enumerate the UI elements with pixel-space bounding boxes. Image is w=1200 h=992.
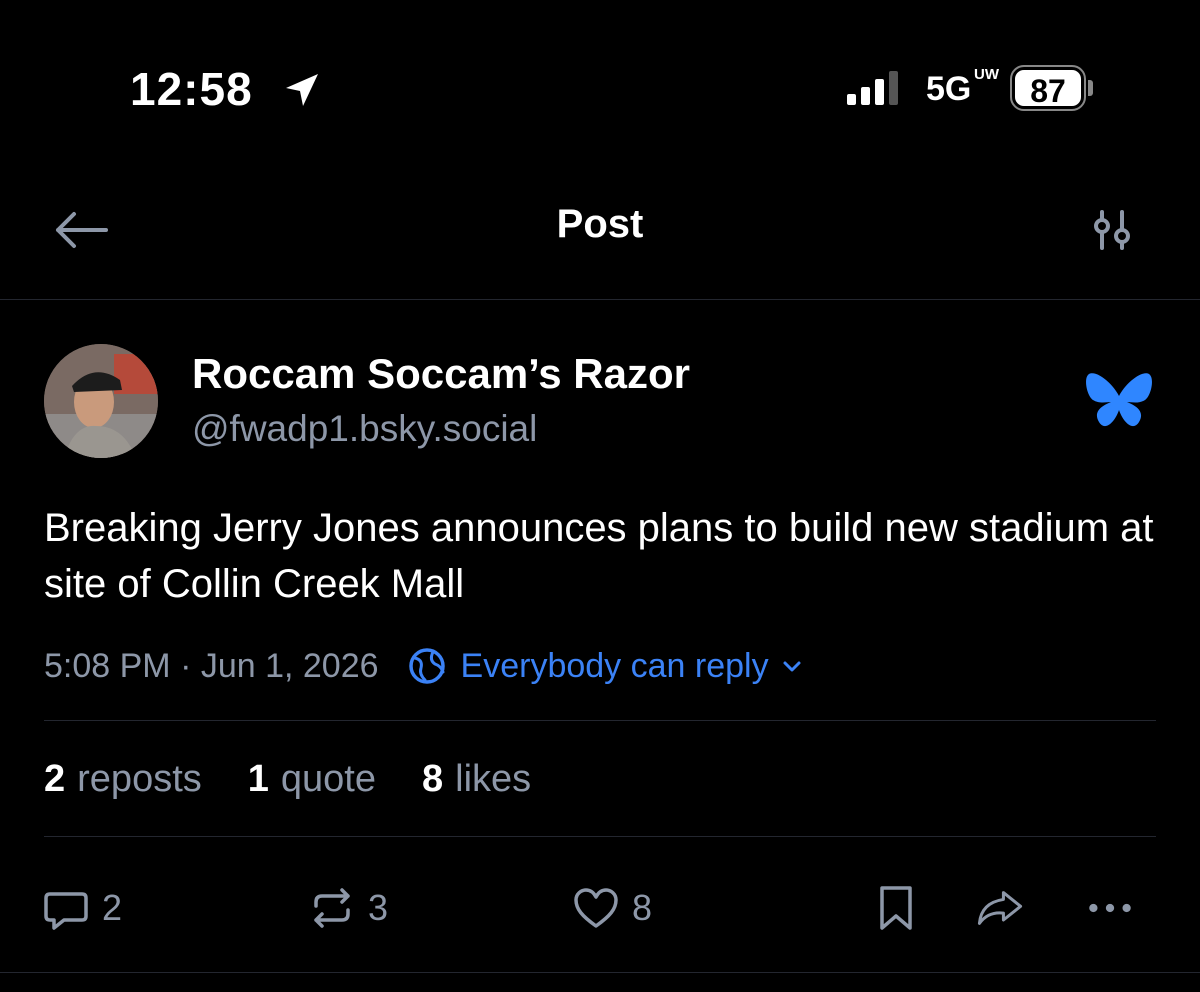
- status-bar: 12:58 5G UW 87: [0, 0, 1200, 150]
- author-name[interactable]: Roccam Soccam’s Razor: [192, 350, 690, 398]
- post-stats: 2 reposts 1 quote 8 likes: [44, 758, 577, 801]
- signal-icon: [847, 71, 898, 105]
- post-timestamp: 5:08 PM · Jun 1, 2026: [44, 646, 379, 685]
- divider: [44, 720, 1156, 721]
- more-button[interactable]: [1086, 880, 1134, 936]
- bookmark-icon: [880, 886, 912, 930]
- divider: [44, 836, 1156, 837]
- repost-button[interactable]: 3: [308, 880, 388, 936]
- quotes-number: 1: [247, 758, 269, 800]
- post-actions: 2 3 8: [0, 874, 1200, 938]
- author-handle[interactable]: @fwadp1.bsky.social: [192, 408, 537, 450]
- like-button[interactable]: 8: [572, 880, 652, 936]
- likes-label: likes: [455, 758, 532, 800]
- post-text: Breaking Jerry Jones announces plans to …: [44, 506, 1154, 606]
- quotes-label: quote: [280, 758, 376, 800]
- like-count: 8: [632, 887, 653, 928]
- status-time: 12:58: [130, 63, 253, 115]
- post-header: Post: [0, 190, 1200, 300]
- divider: [0, 972, 1200, 973]
- network-type: 5G: [926, 70, 972, 108]
- likes-number: 8: [422, 758, 444, 800]
- repost-icon: [314, 888, 350, 928]
- reposts-label: reposts: [77, 758, 202, 800]
- globe-icon: [408, 648, 445, 684]
- battery-level: 87: [1010, 65, 1086, 111]
- reposts-count[interactable]: 2 reposts: [44, 758, 202, 801]
- post-meta: 5:08 PM · Jun 1, 2026 Everybody can repl…: [44, 644, 803, 688]
- page-title: Post: [556, 202, 644, 246]
- quotes-count[interactable]: 1 quote: [248, 758, 376, 801]
- bluesky-butterfly-icon: [1086, 373, 1152, 427]
- reply-setting-label: Everybody can reply: [460, 646, 769, 685]
- share-icon: [977, 891, 1023, 925]
- location-arrow-icon: [286, 74, 318, 106]
- more-icon: [1089, 903, 1131, 913]
- battery-tip: [1088, 80, 1093, 96]
- network-sup: UW: [974, 66, 999, 83]
- avatar[interactable]: [44, 344, 158, 458]
- reply-count: 2: [102, 887, 123, 928]
- reply-button[interactable]: 2: [42, 880, 122, 936]
- reposts-number: 2: [44, 758, 66, 800]
- filter-sliders-icon[interactable]: [1088, 206, 1136, 254]
- likes-count[interactable]: 8 likes: [422, 758, 531, 801]
- reply-icon: [44, 892, 88, 930]
- share-button[interactable]: [976, 880, 1024, 936]
- repost-count: 3: [368, 887, 389, 928]
- like-icon: [574, 888, 618, 928]
- bookmark-button[interactable]: [872, 880, 920, 936]
- chevron-down-icon: [783, 661, 801, 672]
- reply-setting-button[interactable]: Everybody can reply: [407, 646, 803, 686]
